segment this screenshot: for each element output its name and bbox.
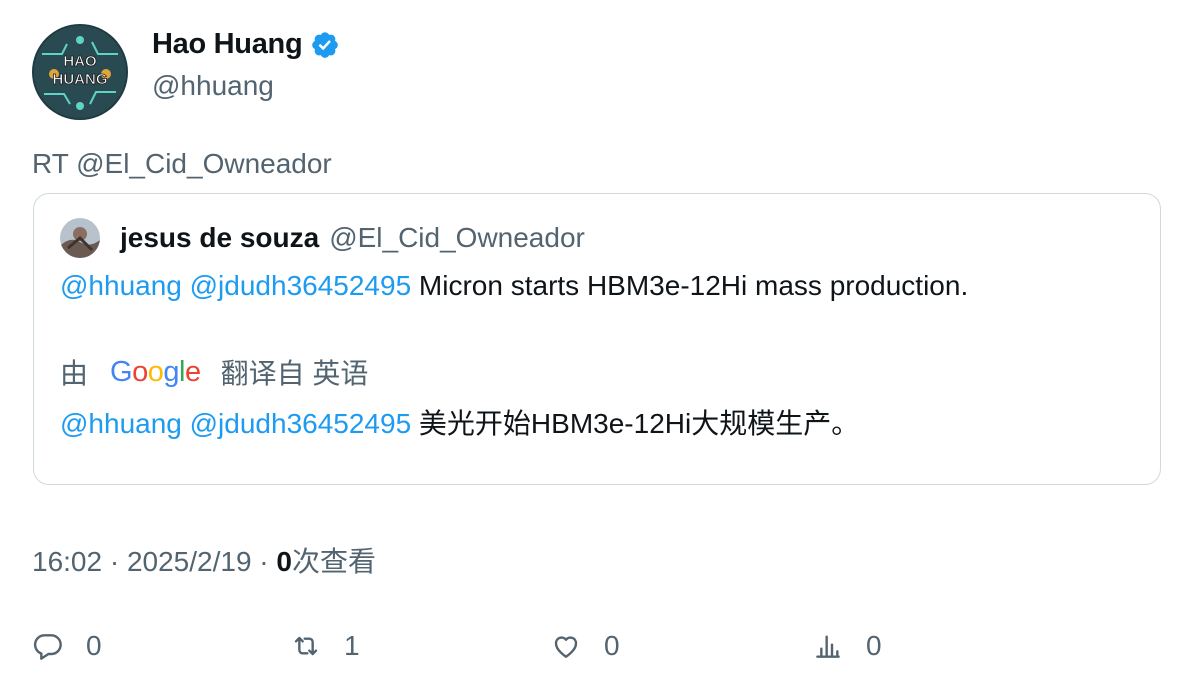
retweet-icon — [294, 636, 318, 656]
avatar-text-2: HUANG — [53, 71, 108, 88]
tweet-metadata: 16:02 · 2025/2/19 · 0次查看 — [32, 540, 376, 580]
translated-mentions[interactable]: @hhuang @jdudh36452495 — [60, 408, 411, 439]
author-name-row[interactable]: Hao Huang — [152, 28, 340, 61]
reply-button[interactable]: 0 — [32, 626, 102, 666]
translated-text: @hhuang @jdudh36452495 美光开始HBM3e-12Hi大规模… — [60, 402, 859, 442]
quoted-author-name[interactable]: jesus de souza — [120, 222, 319, 254]
retweet-count: 1 — [344, 630, 360, 661]
quoted-tweet-header: jesus de souza @El_Cid_Owneador — [60, 218, 585, 258]
quoted-author-avatar[interactable] — [60, 218, 100, 258]
translate-suffix: 翻译自 英语 — [220, 358, 369, 389]
translate-prefix: 由 — [60, 358, 89, 389]
like-button[interactable]: 0 — [550, 626, 620, 666]
quoted-tweet-text: @hhuang @jdudh36452495 Micron starts HBM… — [60, 270, 968, 302]
verified-badge-icon — [312, 31, 339, 58]
author-avatar[interactable]: HAO HUANG — [32, 24, 128, 120]
avatar-text-1: HAO — [63, 53, 97, 70]
views-button[interactable]: 0 — [812, 626, 882, 666]
google-logo-icon: Google — [110, 355, 201, 388]
retweet-text: RT @El_Cid_Owneador — [32, 148, 332, 179]
quoted-mentions[interactable]: @hhuang @jdudh36452495 — [60, 270, 411, 301]
analytics-icon — [816, 635, 840, 658]
quoted-body: Micron starts HBM3e-12Hi mass production… — [411, 270, 969, 301]
retweet-button[interactable]: 1 — [290, 626, 360, 666]
tweet-header: HAO HUANG Hao Huang @hhuang — [32, 24, 832, 124]
quoted-author-handle[interactable]: @El_Cid_Owneador — [329, 222, 585, 254]
heart-icon — [554, 636, 578, 658]
action-bar: 0 1 0 0 — [32, 626, 1132, 666]
author-name[interactable]: Hao Huang — [152, 28, 303, 61]
reply-icon — [33, 634, 62, 660]
views-action-count: 0 — [866, 630, 882, 661]
quoted-tweet[interactable]: jesus de souza @El_Cid_Owneador @hhuang … — [33, 193, 1161, 485]
views-label: 次查看 — [291, 546, 376, 577]
translation-attribution: 由 Google 翻译自 英语 — [60, 350, 368, 394]
translated-body: 美光开始HBM3e-12Hi大规模生产。 — [411, 408, 860, 439]
like-count: 0 — [604, 630, 620, 661]
tweet-timestamp[interactable]: 16:02 · 2025/2/19 · — [32, 546, 276, 577]
reply-count: 0 — [86, 630, 102, 661]
views-count: 0 — [276, 546, 292, 577]
author-handle[interactable]: @hhuang — [152, 70, 274, 102]
